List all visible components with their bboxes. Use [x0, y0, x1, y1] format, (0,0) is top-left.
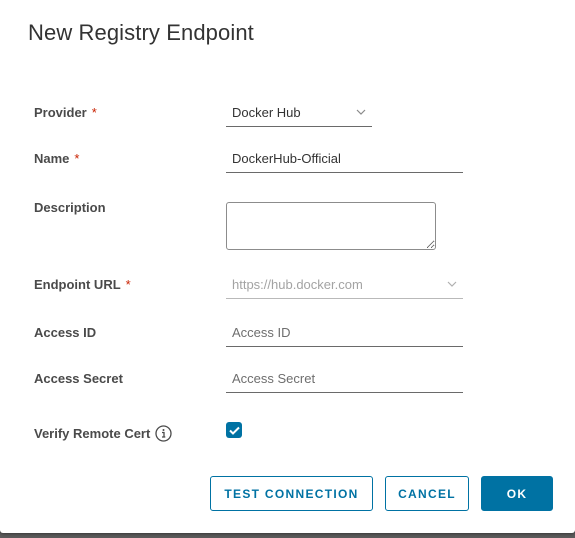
endpoint-url-value: https://hub.docker.com — [232, 277, 363, 292]
description-label-text: Description — [34, 200, 106, 215]
provider-label: Provider * — [34, 105, 97, 120]
description-row: Description — [34, 194, 575, 250]
provider-select-field[interactable]: Docker Hub — [226, 99, 372, 127]
required-asterisk: * — [74, 151, 80, 166]
provider-select[interactable]: Docker Hub — [226, 99, 372, 127]
access-id-input[interactable]: Access ID — [226, 319, 463, 347]
verify-remote-cert-label-text: Verify Remote Cert — [34, 426, 151, 441]
access-id-label: Access ID — [34, 325, 96, 340]
verify-remote-cert-row: Verify Remote Cert — [34, 419, 575, 447]
ok-button[interactable]: OK — [481, 476, 553, 511]
description-textarea[interactable] — [226, 202, 436, 250]
name-label: Name * — [34, 151, 79, 166]
provider-select-value: Docker Hub — [232, 105, 301, 120]
access-secret-label: Access Secret — [34, 371, 123, 386]
name-input[interactable]: DockerHub-Official — [226, 145, 463, 173]
endpoint-url-label: Endpoint URL * — [34, 277, 131, 292]
name-input-value: DockerHub-Official — [232, 151, 341, 166]
info-circle-icon[interactable] — [155, 425, 172, 442]
chevron-down-icon — [447, 281, 457, 287]
access-secret-input[interactable]: Access Secret — [226, 365, 463, 393]
required-asterisk: * — [91, 105, 97, 120]
new-registry-endpoint-dialog: New Registry Endpoint Provider * Docker … — [0, 0, 575, 533]
endpoint-url-row: Endpoint URL * https://hub.docker.com — [34, 271, 575, 299]
chevron-down-icon — [356, 109, 366, 115]
access-id-row: Access ID Access ID — [34, 319, 575, 347]
required-asterisk: * — [125, 277, 131, 292]
access-id-placeholder: Access ID — [232, 325, 291, 340]
name-label-text: Name — [34, 151, 70, 166]
provider-label-text: Provider — [34, 105, 87, 120]
check-icon — [228, 426, 240, 435]
endpoint-url-label-text: Endpoint URL — [34, 277, 121, 292]
verify-remote-cert-checkbox[interactable] — [226, 422, 242, 438]
verify-remote-cert-label: Verify Remote Cert — [34, 425, 172, 442]
access-secret-label-text: Access Secret — [34, 371, 123, 386]
endpoint-url-select[interactable]: https://hub.docker.com — [226, 271, 463, 299]
test-connection-button[interactable]: TEST CONNECTION — [210, 476, 373, 511]
access-secret-placeholder: Access Secret — [232, 371, 316, 386]
provider-row: Provider * Docker Hub — [34, 99, 575, 127]
name-row: Name * DockerHub-Official — [34, 145, 575, 173]
access-id-label-text: Access ID — [34, 325, 97, 340]
dialog-title: New Registry Endpoint — [28, 20, 254, 45]
access-secret-row: Access Secret Access Secret — [34, 365, 575, 393]
description-label: Description — [34, 200, 106, 215]
cancel-button[interactable]: CANCEL — [385, 476, 469, 511]
